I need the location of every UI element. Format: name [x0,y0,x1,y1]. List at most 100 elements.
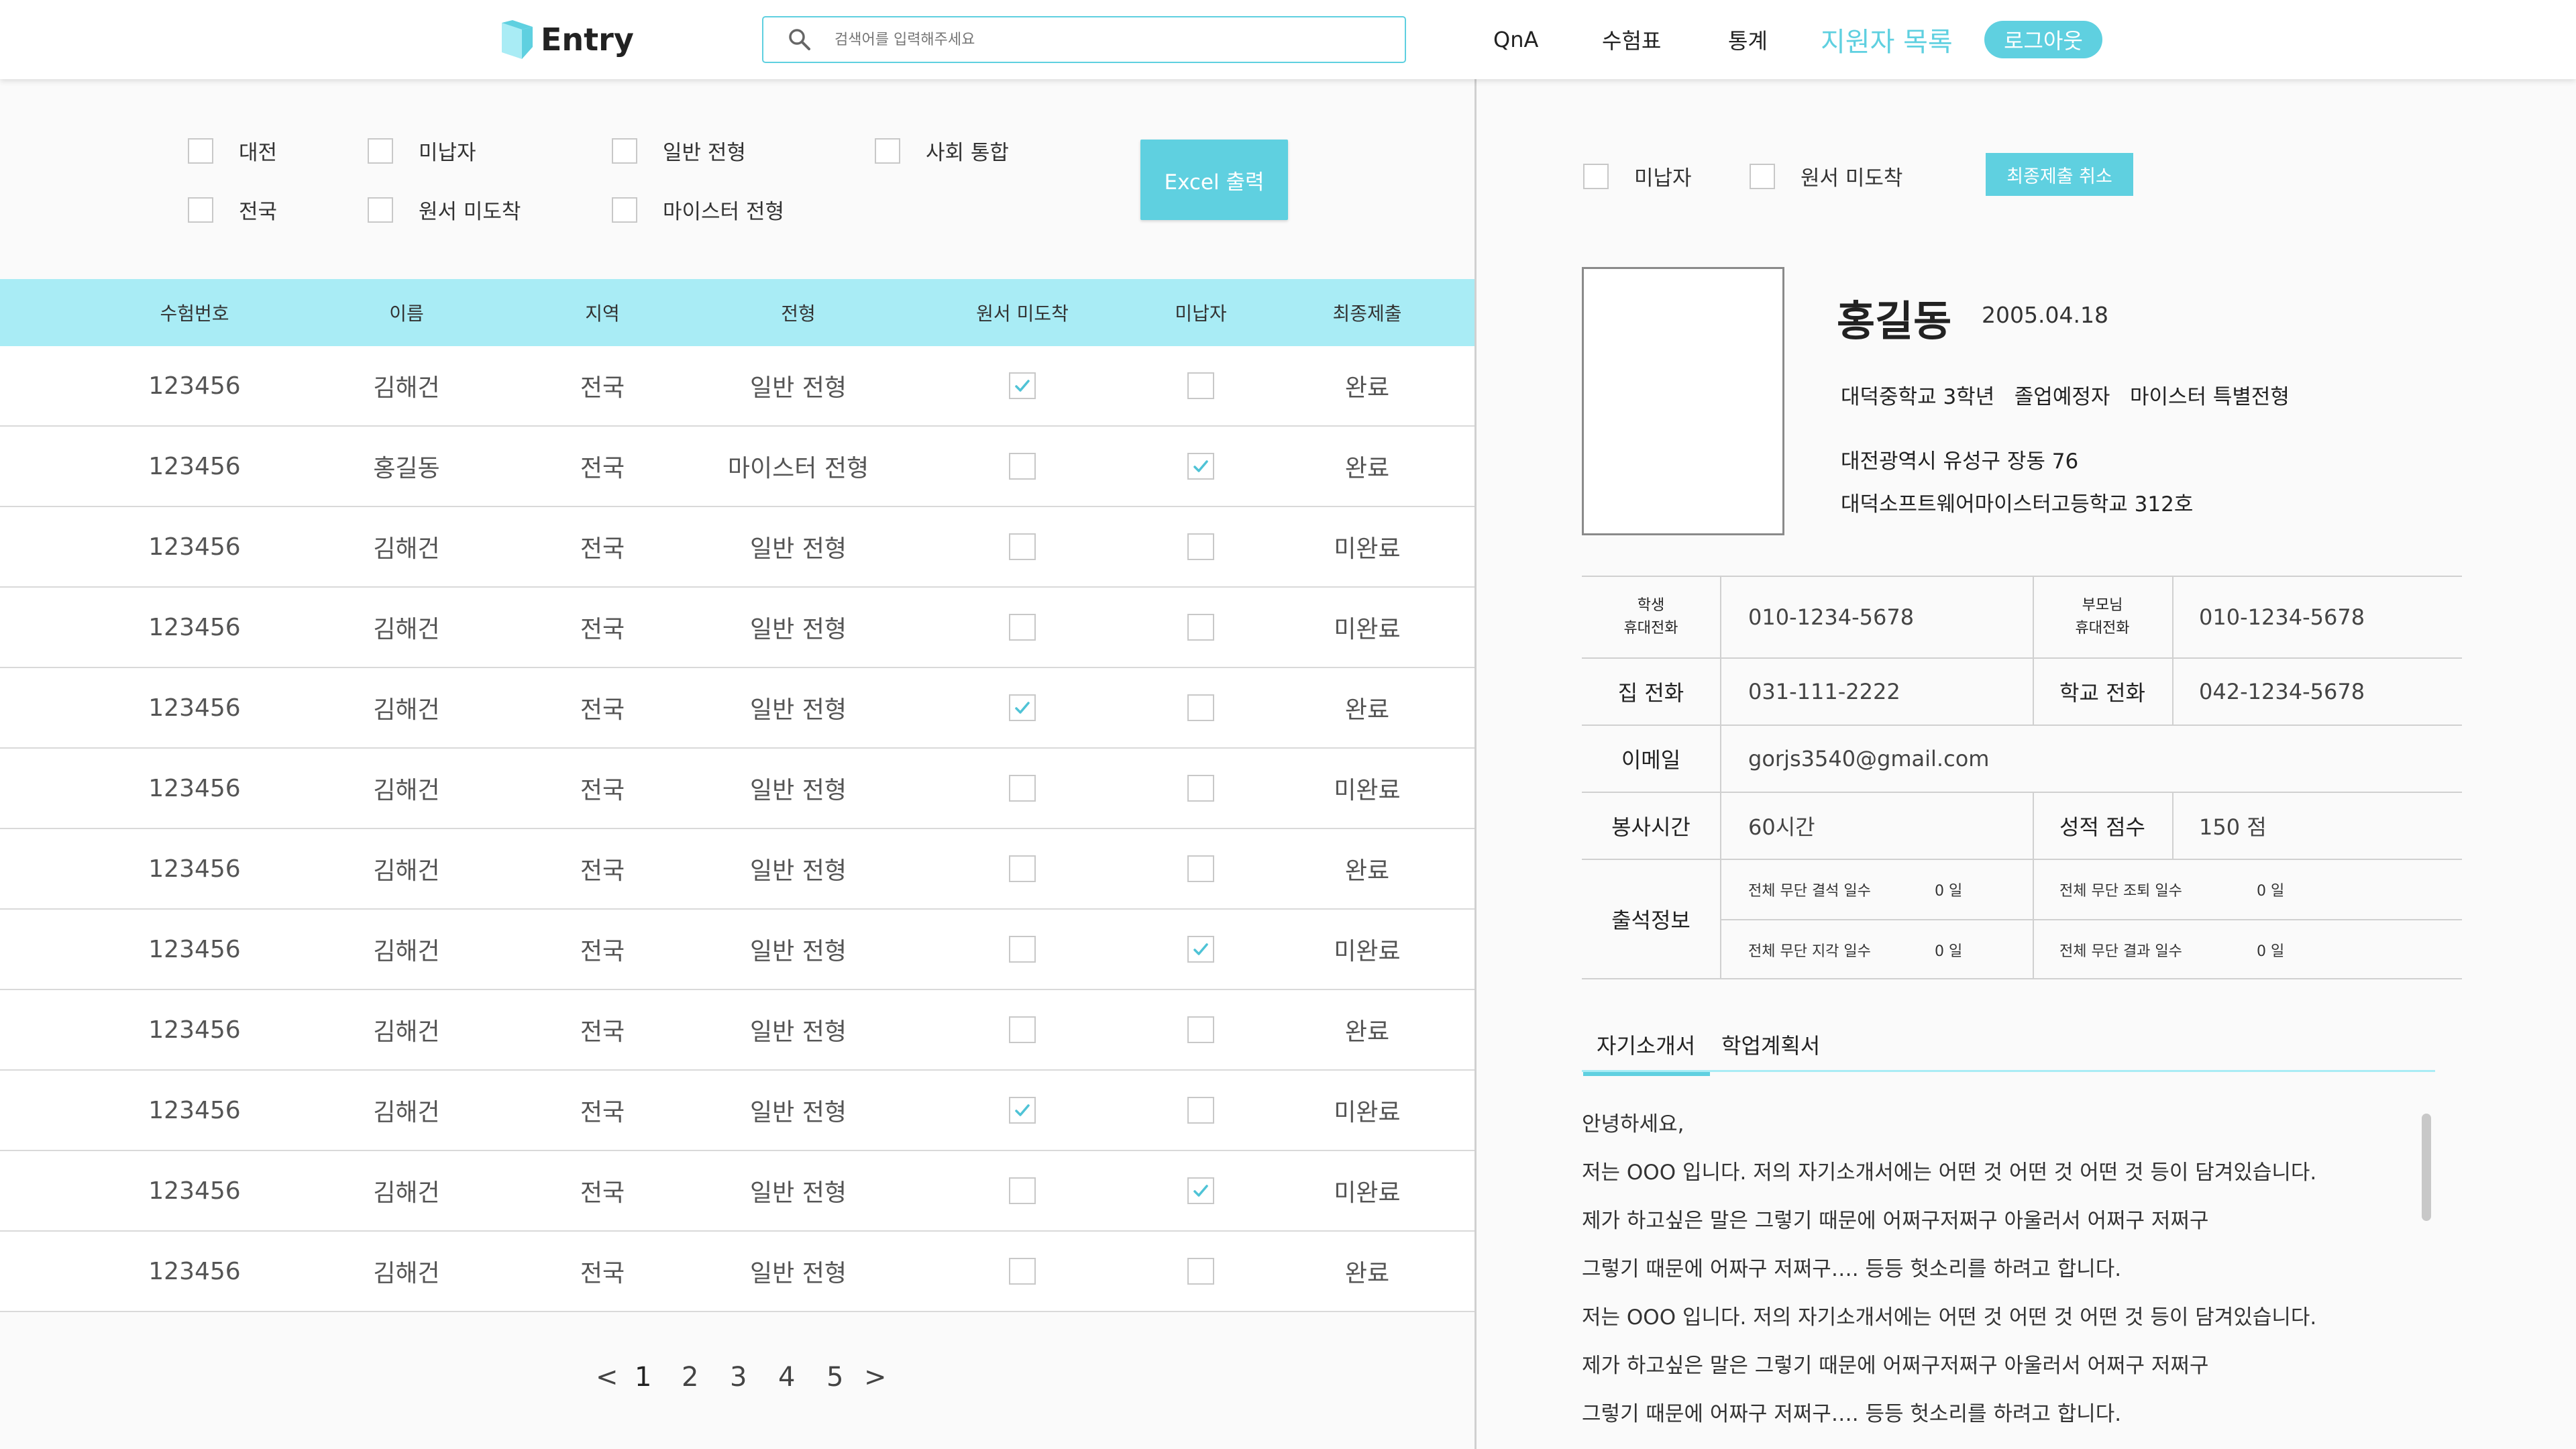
column-header[interactable]: 최종제출 [1332,299,1401,326]
unpaid-checkbox[interactable] [1187,1016,1214,1043]
unpaid-checkbox[interactable] [1187,775,1214,802]
unpaid-checkbox[interactable] [1187,453,1214,480]
filter-label: 전국 [239,200,278,224]
search-input[interactable] [835,31,1371,48]
prev-page-button[interactable]: < [596,1362,619,1393]
logo-icon [502,20,533,59]
filter-daejeon-checkbox[interactable] [188,138,213,164]
filter-meister-checkbox[interactable] [612,197,637,223]
unpaid-checkbox[interactable] [1187,855,1214,882]
unpaid-checkbox[interactable] [1187,936,1214,963]
table-row[interactable]: 123456 홍길동 전국 마이스터 전형 완료 [0,427,1474,507]
excel-export-button[interactable]: Excel 출력 [1140,140,1288,220]
table-row[interactable]: 123456 김해건 전국 일반 전형 미완료 [0,1151,1474,1232]
essay-line: 저는 OOO 입니다. 저의 자기소개서에는 어떤 것 어떤 것 어떤 것 등이… [1582,1305,2317,1330]
not-arrived-checkbox[interactable] [1009,936,1036,963]
unpaid-cell [1187,1258,1214,1285]
column-header[interactable]: 미납자 [1175,299,1226,326]
not-arrived-checkbox[interactable] [1009,775,1036,802]
table-row[interactable]: 123456 김해건 전국 일반 전형 미완료 [0,749,1474,829]
logo[interactable]: Entry [502,19,634,60]
search-bar[interactable] [762,16,1406,63]
filter-unpaid[interactable]: 미납자 [368,136,476,166]
next-page-button[interactable]: > [864,1362,887,1393]
table-row[interactable]: 123456 김해건 전국 일반 전형 미완료 [0,507,1474,588]
logout-button[interactable]: 로그아웃 [1984,21,2102,58]
tab-self-introduction[interactable]: 자기소개서 [1582,1029,1711,1076]
essay-scrollbar[interactable] [2422,1114,2431,1221]
table-row[interactable]: 123456 김해건 전국 일반 전형 완료 [0,1232,1474,1312]
column-header[interactable]: 이름 [389,299,424,326]
nav-exam-table[interactable]: 수험표 [1602,0,1661,79]
unpaid-checkbox[interactable] [1187,694,1214,721]
filter-nationwide-checkbox[interactable] [188,197,213,223]
column-header[interactable]: 지역 [585,299,620,326]
page-3[interactable]: 3 [730,1362,747,1393]
search-icon[interactable] [788,28,812,52]
cancel-final-submit-button[interactable]: 최종제출 취소 [1986,153,2133,196]
page-2[interactable]: 2 [682,1362,698,1393]
not-arrived-checkbox[interactable] [1009,453,1036,480]
filter-social-checkbox[interactable] [875,138,900,164]
applicant-name-cell: 김해건 [373,696,440,724]
early-leave-value: 0 일 [2257,883,2285,900]
filter-meister[interactable]: 마이스터 전형 [612,195,784,225]
email-value: gorjs3540@gmail.com [1748,746,1990,771]
filter-general-checkbox[interactable] [612,138,637,164]
unpaid-checkbox[interactable] [1187,533,1214,560]
filter-daejeon[interactable]: 대전 [188,136,277,166]
detail-unpaid-checkbox[interactable] [1583,163,1609,189]
column-header[interactable]: 원서 미도착 [976,299,1069,326]
table-row[interactable]: 123456 김해건 전국 일반 전형 미완료 [0,1071,1474,1151]
nav-qna[interactable]: QnA [1493,0,1538,79]
table-row[interactable]: 123456 김해건 전국 일반 전형 미완료 [0,588,1474,668]
filter-social[interactable]: 사회 통합 [875,136,1009,166]
table-row[interactable]: 123456 김해건 전국 일반 전형 완료 [0,668,1474,749]
not-arrived-checkbox[interactable] [1009,372,1036,399]
unpaid-checkbox[interactable] [1187,1097,1214,1124]
region-cell: 전국 [580,696,625,724]
nav-applicant-list[interactable]: 지원자 목록 [1821,0,1953,79]
not-arrived-cell [1009,936,1036,963]
filter-not-arrived-checkbox[interactable] [368,197,393,223]
not-arrived-checkbox[interactable] [1009,1016,1036,1043]
table-row[interactable]: 123456 김해건 전국 일반 전형 미완료 [0,910,1474,990]
unpaid-checkbox[interactable] [1187,372,1214,399]
final-submit-status: 미완료 [1334,1179,1401,1207]
not-arrived-cell [1009,694,1036,721]
column-header[interactable]: 전형 [781,299,816,326]
not-arrived-checkbox[interactable] [1009,1258,1036,1285]
not-arrived-checkbox[interactable] [1009,614,1036,641]
not-arrived-checkbox[interactable] [1009,1177,1036,1204]
filter-nationwide[interactable]: 전국 [188,195,277,225]
detail-filter-unpaid[interactable]: 미납자 [1583,161,1692,191]
detail-filter-not-arrived[interactable]: 원서 미도착 [1750,161,1902,191]
early-leave-label: 전체 무단 조퇴 일수 [2059,883,2182,900]
page-5[interactable]: 5 [826,1362,843,1393]
not-arrived-checkbox[interactable] [1009,694,1036,721]
unpaid-checkbox[interactable] [1187,1177,1214,1204]
filter-label: 일반 전형 [663,141,746,165]
tab-study-plan[interactable]: 학업계획서 [1721,1029,1820,1060]
missed-class-value: 0 일 [2257,943,2285,960]
table-row[interactable]: 123456 김해건 전국 일반 전형 완료 [0,346,1474,427]
page-1[interactable]: 1 [635,1362,651,1393]
not-arrived-checkbox[interactable] [1009,533,1036,560]
column-header[interactable]: 수험번호 [160,299,229,326]
essay-content: 안녕하세요, 저는 OOO 입니다. 저의 자기소개서에는 어떤 것 어떤 것 … [1582,1100,2387,1438]
filter-unpaid-checkbox[interactable] [368,138,393,164]
not-arrived-checkbox[interactable] [1009,855,1036,882]
filter-not-arrived[interactable]: 원서 미도착 [368,195,521,225]
nav-stats[interactable]: 통계 [1728,0,1768,79]
filter-label: 대전 [239,141,278,165]
exam-number: 123456 [148,1177,241,1205]
unpaid-cell [1187,1097,1214,1124]
filter-general[interactable]: 일반 전형 [612,136,746,166]
table-row[interactable]: 123456 김해건 전국 일반 전형 완료 [0,990,1474,1071]
unpaid-checkbox[interactable] [1187,614,1214,641]
page-4[interactable]: 4 [778,1362,795,1393]
detail-not-arrived-checkbox[interactable] [1750,163,1775,189]
unpaid-checkbox[interactable] [1187,1258,1214,1285]
table-row[interactable]: 123456 김해건 전국 일반 전형 완료 [0,829,1474,910]
not-arrived-checkbox[interactable] [1009,1097,1036,1124]
